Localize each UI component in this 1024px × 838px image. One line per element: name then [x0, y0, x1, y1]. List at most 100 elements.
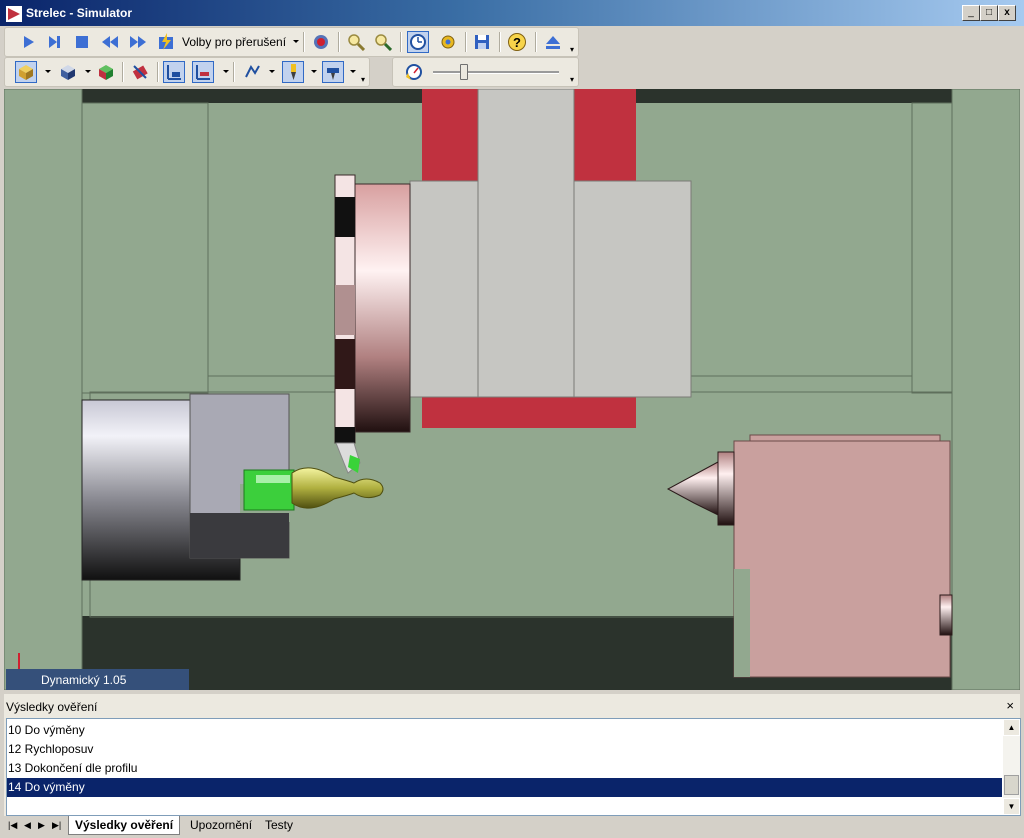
rewind-button[interactable]: [99, 31, 121, 53]
view-stock-button[interactable]: [15, 61, 37, 83]
toolbar-overflow-icon[interactable]: ▾: [570, 46, 576, 54]
interrupt-options-icon-button[interactable]: [155, 31, 177, 53]
fast-forward-button[interactable]: [127, 31, 149, 53]
results-list[interactable]: 10 Do výměny 12 Rychloposuv 13 Dokončení…: [6, 718, 1021, 816]
tab-verification-results[interactable]: Výsledky ověření: [68, 816, 181, 835]
clock-verify-icon: [410, 34, 426, 50]
scroll-down-icon[interactable]: ▼: [1003, 798, 1020, 815]
help-icon: ?: [508, 33, 526, 51]
tab-tests[interactable]: Testy: [259, 816, 299, 834]
view-part-button[interactable]: [57, 61, 79, 83]
save-button[interactable]: [471, 31, 493, 53]
view-tool-path-button[interactable]: [241, 61, 263, 83]
simulation-mode-label: Dynamický 1.05: [6, 669, 189, 690]
view-toolbar: ▾: [4, 57, 370, 87]
list-item[interactable]: 13 Dokončení dle profilu: [7, 759, 1002, 778]
prev-tab-icon[interactable]: ◀: [24, 820, 31, 831]
toolbar-separator: [338, 32, 340, 52]
view-section-button[interactable]: [129, 61, 151, 83]
simulation-viewport[interactable]: Dynamický 1.05: [4, 89, 1020, 690]
panel-tabs: |◀ ◀ ▶ ▶| Výsledky ověření Upozornění Te…: [0, 816, 1024, 838]
interrupt-options-dropdown[interactable]: Volby pro přerušení: [182, 35, 286, 49]
close-icon[interactable]: ×: [1006, 698, 1014, 713]
toolbar-overflow-icon[interactable]: ▾: [570, 76, 576, 84]
speed-slider[interactable]: [433, 64, 563, 80]
tool-path-icon: [245, 65, 260, 78]
section-icon: [132, 65, 148, 80]
speedometer-icon: [406, 64, 422, 80]
floppy-disk-icon: [475, 35, 489, 49]
chevron-down-icon[interactable]: [293, 40, 299, 43]
chevron-down-icon[interactable]: [311, 70, 317, 73]
slider-thumb[interactable]: [460, 64, 468, 80]
first-tab-icon[interactable]: |◀: [8, 820, 17, 831]
speed-button[interactable]: [403, 61, 425, 83]
toolbar-separator: [535, 32, 537, 52]
machine-view-icon: [167, 65, 181, 80]
play-icon: [24, 36, 34, 48]
view-holder-button[interactable]: [322, 61, 344, 83]
stop-button[interactable]: [71, 31, 93, 53]
eject-button[interactable]: [542, 31, 564, 53]
window-title: Strelec - Simulator: [26, 6, 133, 20]
zoom-fit-button[interactable]: [372, 31, 394, 53]
next-tab-icon[interactable]: ▶: [38, 820, 45, 831]
tool-holder-icon: [327, 68, 339, 80]
chevron-down-icon[interactable]: [85, 70, 91, 73]
chevron-down-icon[interactable]: [269, 70, 275, 73]
view-machine-button[interactable]: [163, 61, 185, 83]
speed-toolbar: ▾: [392, 57, 579, 87]
settings-button[interactable]: [437, 31, 459, 53]
last-tab-icon[interactable]: ▶|: [52, 820, 61, 831]
title-bar: Strelec - Simulator _ □ x: [0, 0, 1024, 26]
chevron-down-icon[interactable]: [45, 70, 51, 73]
list-item[interactable]: 10 Do výměny: [7, 721, 1002, 740]
machine-scene: [4, 89, 1020, 690]
simulation-toolbar: Volby pro přerušení ? ▾: [4, 27, 579, 57]
toolbar-separator: [303, 32, 305, 52]
slider-track: [433, 71, 559, 74]
list-item[interactable]: 12 Rychloposuv: [7, 740, 1002, 759]
scroll-thumb[interactable]: [1004, 775, 1019, 795]
mode-text: Dynamický 1.05: [41, 673, 127, 687]
workpiece-view-icon: [196, 65, 210, 80]
rewind-icon: [102, 36, 118, 48]
panel-title: Výsledky ověření: [6, 700, 98, 714]
view-workpiece-button[interactable]: [192, 61, 214, 83]
drill-tool-icon: [291, 64, 296, 80]
magnifier-icon: [348, 34, 365, 51]
tab-warnings[interactable]: Upozornění: [184, 816, 258, 834]
toolbar-separator: [233, 62, 235, 82]
gear-icon: [441, 35, 455, 49]
app-icon: [6, 6, 22, 22]
view-compare-button[interactable]: [95, 61, 117, 83]
chevron-down-icon[interactable]: [350, 70, 356, 73]
toolbar-separator: [499, 32, 501, 52]
toolbar-separator: [465, 32, 467, 52]
verification-results-panel: Výsledky ověření × 10 Do výměny 12 Rychl…: [4, 694, 1021, 818]
step-button[interactable]: [43, 31, 65, 53]
close-button[interactable]: x: [998, 5, 1016, 21]
verify-button[interactable]: [407, 31, 429, 53]
play-button[interactable]: [17, 31, 39, 53]
wrench-lightning-icon: [159, 33, 173, 50]
list-item-selected[interactable]: 14 Do výměny: [7, 778, 1002, 797]
maximize-button[interactable]: □: [980, 5, 998, 21]
vertical-scrollbar[interactable]: ▲ ▼: [1003, 719, 1020, 815]
record-icon: [314, 35, 328, 49]
eject-icon: [546, 36, 560, 49]
minimize-button[interactable]: _: [962, 5, 980, 21]
toolbar-overflow-icon[interactable]: ▾: [361, 76, 367, 84]
svg-text:?: ?: [513, 35, 521, 50]
record-button[interactable]: [310, 31, 332, 53]
toolbar-separator: [122, 62, 124, 82]
help-button[interactable]: ?: [506, 31, 528, 53]
part-box-icon: [61, 65, 75, 80]
chevron-down-icon[interactable]: [223, 70, 229, 73]
zoom-button[interactable]: [345, 31, 367, 53]
view-tool-button[interactable]: [282, 61, 304, 83]
scroll-up-icon[interactable]: ▲: [1003, 719, 1020, 736]
fast-forward-icon: [130, 36, 146, 48]
step-icon: [49, 36, 60, 48]
toolbar-separator: [400, 32, 402, 52]
